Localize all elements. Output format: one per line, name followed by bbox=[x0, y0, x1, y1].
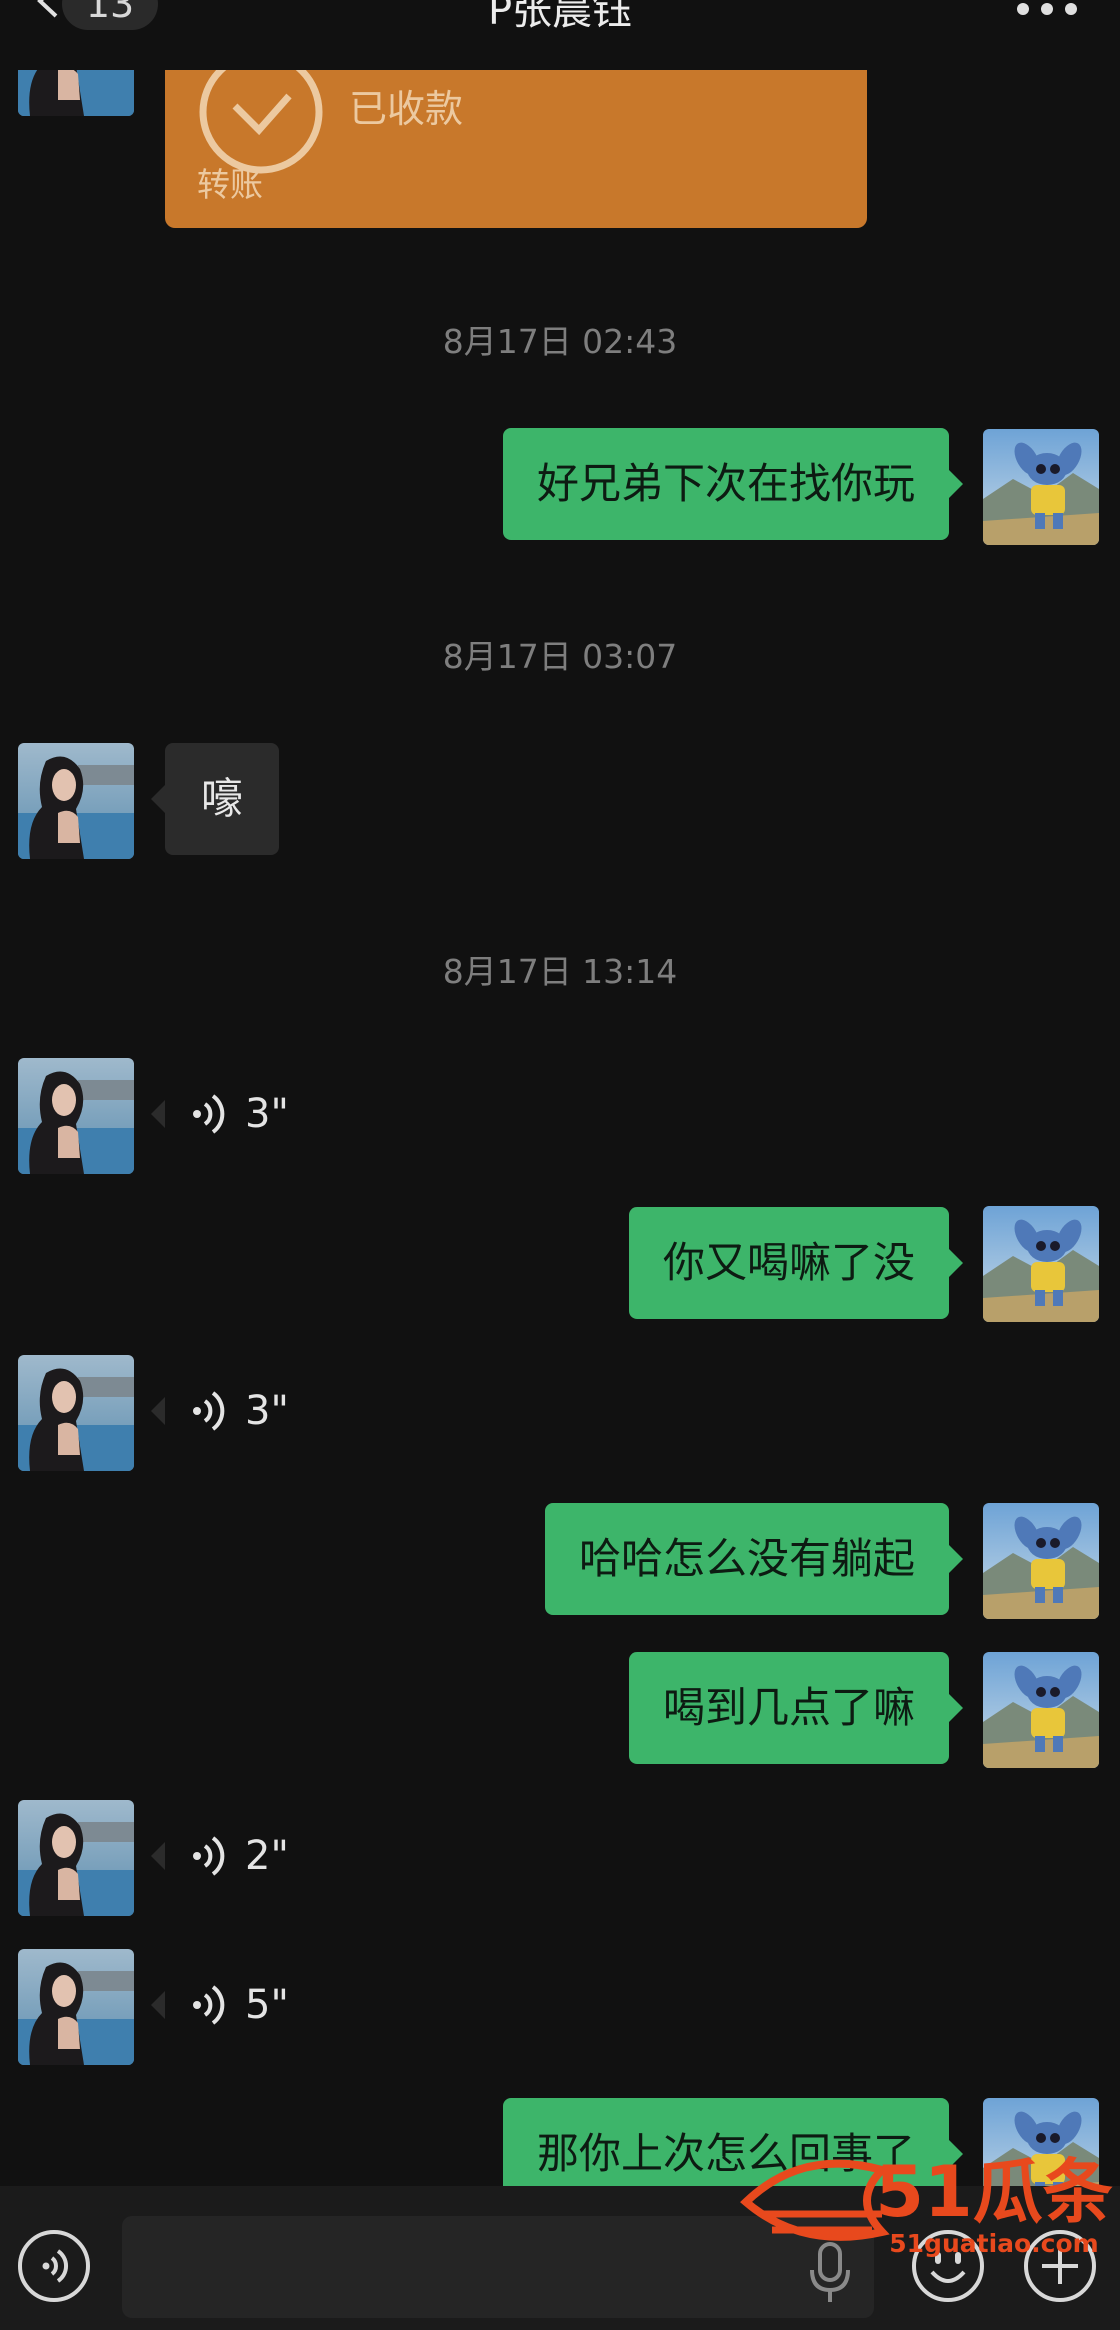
transfer-card[interactable]: 已收款 转账 bbox=[165, 70, 867, 228]
watermark-logo: 51瓜条 51guatiao.com bbox=[740, 2151, 1113, 2258]
voice-duration: 5" bbox=[245, 1982, 289, 2028]
sent-message-bubble[interactable]: 哈哈怎么没有躺起 bbox=[544, 1503, 964, 1615]
watermark-brand: 51瓜条 bbox=[875, 2151, 1112, 2233]
transfer-status: 已收款 bbox=[349, 87, 464, 131]
contact-avatar[interactable] bbox=[18, 70, 134, 116]
voice-waves-icon bbox=[191, 1983, 231, 2027]
contact-avatar[interactable] bbox=[18, 1949, 134, 2065]
sent-message-bubble[interactable]: 好兄弟下次在找你玩 bbox=[502, 428, 964, 540]
voice-waves-icon bbox=[191, 1389, 231, 1433]
voice-duration: 3" bbox=[245, 1091, 289, 1137]
voice-duration: 2" bbox=[245, 1833, 289, 1879]
my-avatar[interactable] bbox=[983, 1652, 1099, 1768]
more-dots-icon[interactable] bbox=[1016, 2, 1078, 16]
message-timestamp: 8月17日 03:07 bbox=[442, 637, 678, 676]
received-message-bubble[interactable]: 嚎 bbox=[150, 743, 280, 855]
chat-header: 13 P张晨钰 bbox=[0, 0, 1120, 70]
contact-avatar[interactable] bbox=[18, 1058, 134, 1174]
my-avatar[interactable] bbox=[983, 429, 1099, 545]
voice-waves-icon bbox=[191, 1834, 231, 1878]
my-avatar[interactable] bbox=[983, 1206, 1099, 1322]
message-timestamp: 8月17日 13:14 bbox=[442, 952, 678, 991]
voice-waves-icon bbox=[191, 1092, 231, 1136]
my-avatar[interactable] bbox=[983, 1503, 1099, 1619]
chat-title: P张晨钰 bbox=[487, 0, 633, 34]
message-list[interactable]: 已收款 转账 8月17日 02:43 好兄弟下次在找你玩 8月17日 03:07… bbox=[0, 70, 1120, 2186]
voice-duration: 3" bbox=[245, 1388, 289, 1434]
contact-avatar[interactable] bbox=[18, 1355, 134, 1471]
message-timestamp: 8月17日 02:43 bbox=[442, 322, 678, 361]
contact-avatar[interactable] bbox=[18, 743, 134, 859]
sent-message-bubble[interactable]: 喝到几点了嘛 bbox=[628, 1652, 964, 1764]
sent-message-bubble[interactable]: 你又喝嘛了没 bbox=[628, 1207, 964, 1319]
transfer-label: 转账 bbox=[197, 165, 263, 204]
contact-avatar[interactable] bbox=[18, 1800, 134, 1916]
watermark-url: 51guatiao.com bbox=[889, 2229, 1098, 2258]
voice-mode-icon[interactable] bbox=[16, 2228, 92, 2304]
